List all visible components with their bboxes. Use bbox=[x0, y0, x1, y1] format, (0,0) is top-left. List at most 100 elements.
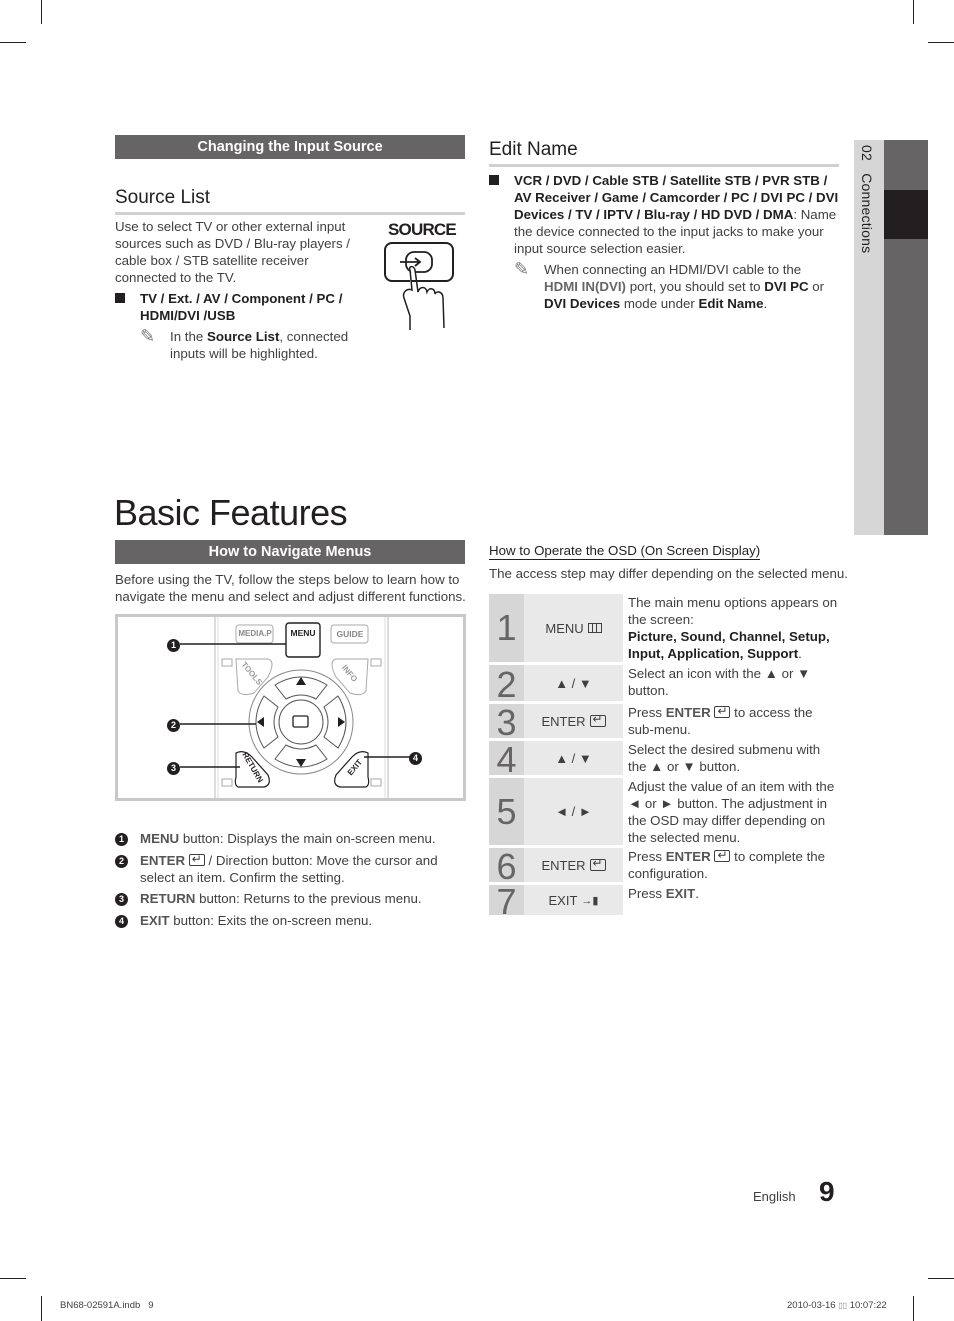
step-description: The main menu options appears on the scr… bbox=[628, 594, 840, 662]
print-slug-file: BN68-02591A.indb 9 bbox=[60, 1300, 154, 1311]
legend-bold: RETURN bbox=[140, 891, 196, 906]
note-text: port, you should set to bbox=[626, 279, 765, 294]
legend-desc: / Direction button: Move the cursor and … bbox=[140, 853, 438, 885]
step-number: 1 bbox=[489, 594, 524, 662]
print-slug-datetime: 2010-03-16 ▯▯ 10:07:22 bbox=[787, 1300, 887, 1311]
desc-text: Press bbox=[628, 705, 666, 720]
legend-number: 3 bbox=[115, 893, 128, 906]
desc-text: The main menu options appears on the scr… bbox=[628, 595, 838, 627]
enter-icon bbox=[714, 847, 731, 864]
osd-step: 6 ENTER Press ENTER to complete the conf… bbox=[489, 847, 840, 886]
key-label: ▲ / ▼ bbox=[555, 675, 592, 691]
step-key: ▲ / ▼ bbox=[524, 665, 623, 701]
step-description: Select the desired submenu with the ▲ or… bbox=[628, 742, 821, 774]
step-key: MENU bbox=[524, 594, 623, 662]
enter-icon bbox=[188, 851, 205, 868]
page-number: 9 bbox=[819, 1176, 835, 1207]
legend-number: 4 bbox=[115, 915, 128, 928]
slug-date: 2010-03-16 bbox=[787, 1300, 836, 1311]
note-text: . bbox=[763, 296, 768, 311]
callout-number: 2 bbox=[167, 719, 180, 732]
key-label: ENTER bbox=[541, 857, 586, 873]
legend-number: 2 bbox=[115, 855, 128, 868]
exit-icon: →▮ bbox=[581, 894, 599, 907]
desc-bold: EXIT bbox=[665, 886, 696, 901]
step-number: 3 bbox=[489, 704, 524, 742]
step-description: Press EXIT. bbox=[628, 885, 840, 902]
source-button-illustration: SOURCE bbox=[382, 220, 458, 335]
osd-step: 7 EXIT →▮ Press EXIT. bbox=[489, 884, 840, 920]
crop-mark bbox=[913, 0, 914, 24]
key-label: ◄ / ► bbox=[555, 804, 592, 819]
note-text: or bbox=[808, 279, 825, 294]
source-list-note: In the Source List, connected inputs wil… bbox=[170, 328, 370, 362]
legend-item-exit: 4 EXIT button: Exits the on-screen menu. bbox=[115, 912, 372, 929]
section-bar-input-source: Changing the Input Source bbox=[115, 135, 465, 159]
note-text: In the bbox=[170, 329, 207, 344]
desc-bold: ENTER bbox=[665, 849, 711, 864]
osd-subtitle: The access step may differ depending on … bbox=[489, 566, 848, 581]
step-description: Adjust the value of an item with the ◄ o… bbox=[628, 779, 835, 845]
note-bold: DVI Devices bbox=[544, 296, 621, 311]
callout-4: 4 bbox=[409, 750, 422, 765]
crop-mark bbox=[41, 1296, 42, 1321]
step-number: 2 bbox=[489, 665, 524, 705]
crop-mark bbox=[928, 42, 954, 43]
source-list-intro: Use to select TV or other external input… bbox=[115, 219, 350, 285]
osd-step: 2 ▲ / ▼ Select an icon with the ▲ or ▼ b… bbox=[489, 665, 839, 705]
source-list-options: TV / Ext. / AV / Component / PC / HDMI/D… bbox=[140, 291, 343, 323]
step-number: 7 bbox=[489, 884, 524, 920]
key-label: MENU bbox=[545, 620, 584, 636]
osd-step: 1 MENU The main menu options appears on … bbox=[489, 594, 839, 662]
callout-number: 4 bbox=[409, 752, 422, 765]
legend-bold: MENU bbox=[140, 831, 180, 846]
crop-mark bbox=[913, 1296, 914, 1321]
legend-number: 1 bbox=[115, 833, 128, 846]
osd-step: 5 ◄ / ► Adjust the value of an item with… bbox=[489, 778, 839, 845]
section-bar-navigate-menus: How to Navigate Menus bbox=[115, 540, 465, 564]
crop-mark bbox=[928, 1278, 954, 1279]
osd-step: 4 ▲ / ▼ Select the desired submenu with … bbox=[489, 741, 839, 779]
step-description: Select an icon with the ▲ or ▼ button. bbox=[628, 666, 811, 698]
crop-mark bbox=[0, 1278, 26, 1279]
legend-text: ENTER / Direction button: Move the curso… bbox=[140, 851, 470, 886]
callout-2: 2 bbox=[167, 717, 180, 732]
navigate-intro: Before using the TV, follow the steps be… bbox=[115, 572, 466, 604]
pencil-note-icon: ✎ bbox=[140, 326, 156, 346]
crop-mark bbox=[41, 0, 42, 24]
osd-heading: How to Operate the OSD (On Screen Displa… bbox=[489, 543, 761, 560]
enter-icon bbox=[714, 703, 731, 720]
legend-item-return: 3 RETURN button: Returns to the previous… bbox=[115, 890, 422, 907]
enter-icon bbox=[589, 856, 606, 871]
step-number: 6 bbox=[489, 848, 524, 886]
source-label: SOURCE bbox=[388, 220, 457, 239]
step-key: ENTER bbox=[524, 704, 623, 738]
legend-bold: EXIT bbox=[140, 913, 170, 928]
step-number: 5 bbox=[489, 778, 524, 845]
legend-desc: button: Exits the on-screen menu. bbox=[169, 913, 373, 928]
key-label: ▲ / ▼ bbox=[555, 750, 592, 766]
osd-step: 3 ENTER Press ENTER to access the sub-me… bbox=[489, 703, 839, 742]
key-label: ENTER bbox=[541, 713, 586, 729]
legend-bold: ENTER bbox=[140, 853, 186, 868]
callout-number: 3 bbox=[167, 762, 180, 775]
footer-language: English bbox=[753, 1189, 796, 1204]
step-description: Press ENTER to complete the configuratio… bbox=[628, 847, 840, 882]
desc-text: Press bbox=[628, 849, 666, 864]
menu-icon bbox=[587, 623, 602, 633]
legend-text: MENU button: Displays the main on-screen… bbox=[140, 830, 470, 847]
port-name: HDMI IN(DVI) bbox=[544, 279, 626, 294]
desc-text: . bbox=[695, 886, 699, 901]
crop-mark bbox=[0, 42, 26, 43]
legend-text: EXIT button: Exits the on-screen menu. bbox=[140, 912, 470, 929]
bullet-square bbox=[115, 293, 125, 303]
callout-3: 3 bbox=[167, 760, 180, 775]
edit-name-note: When connecting an HDMI/DVI cable to the… bbox=[544, 261, 834, 312]
legend-item-menu: 1 MENU button: Displays the main on-scre… bbox=[115, 830, 436, 847]
step-key: ◄ / ► bbox=[524, 778, 623, 845]
device-list: VCR / DVD / Cable STB / Satellite STB / … bbox=[514, 173, 839, 222]
remote-button-menu: MENU bbox=[290, 628, 316, 638]
heading-source-list: Source List bbox=[115, 187, 465, 215]
chapter-tab-marker bbox=[884, 190, 928, 239]
chapter-label: 02 Connections bbox=[859, 145, 875, 254]
